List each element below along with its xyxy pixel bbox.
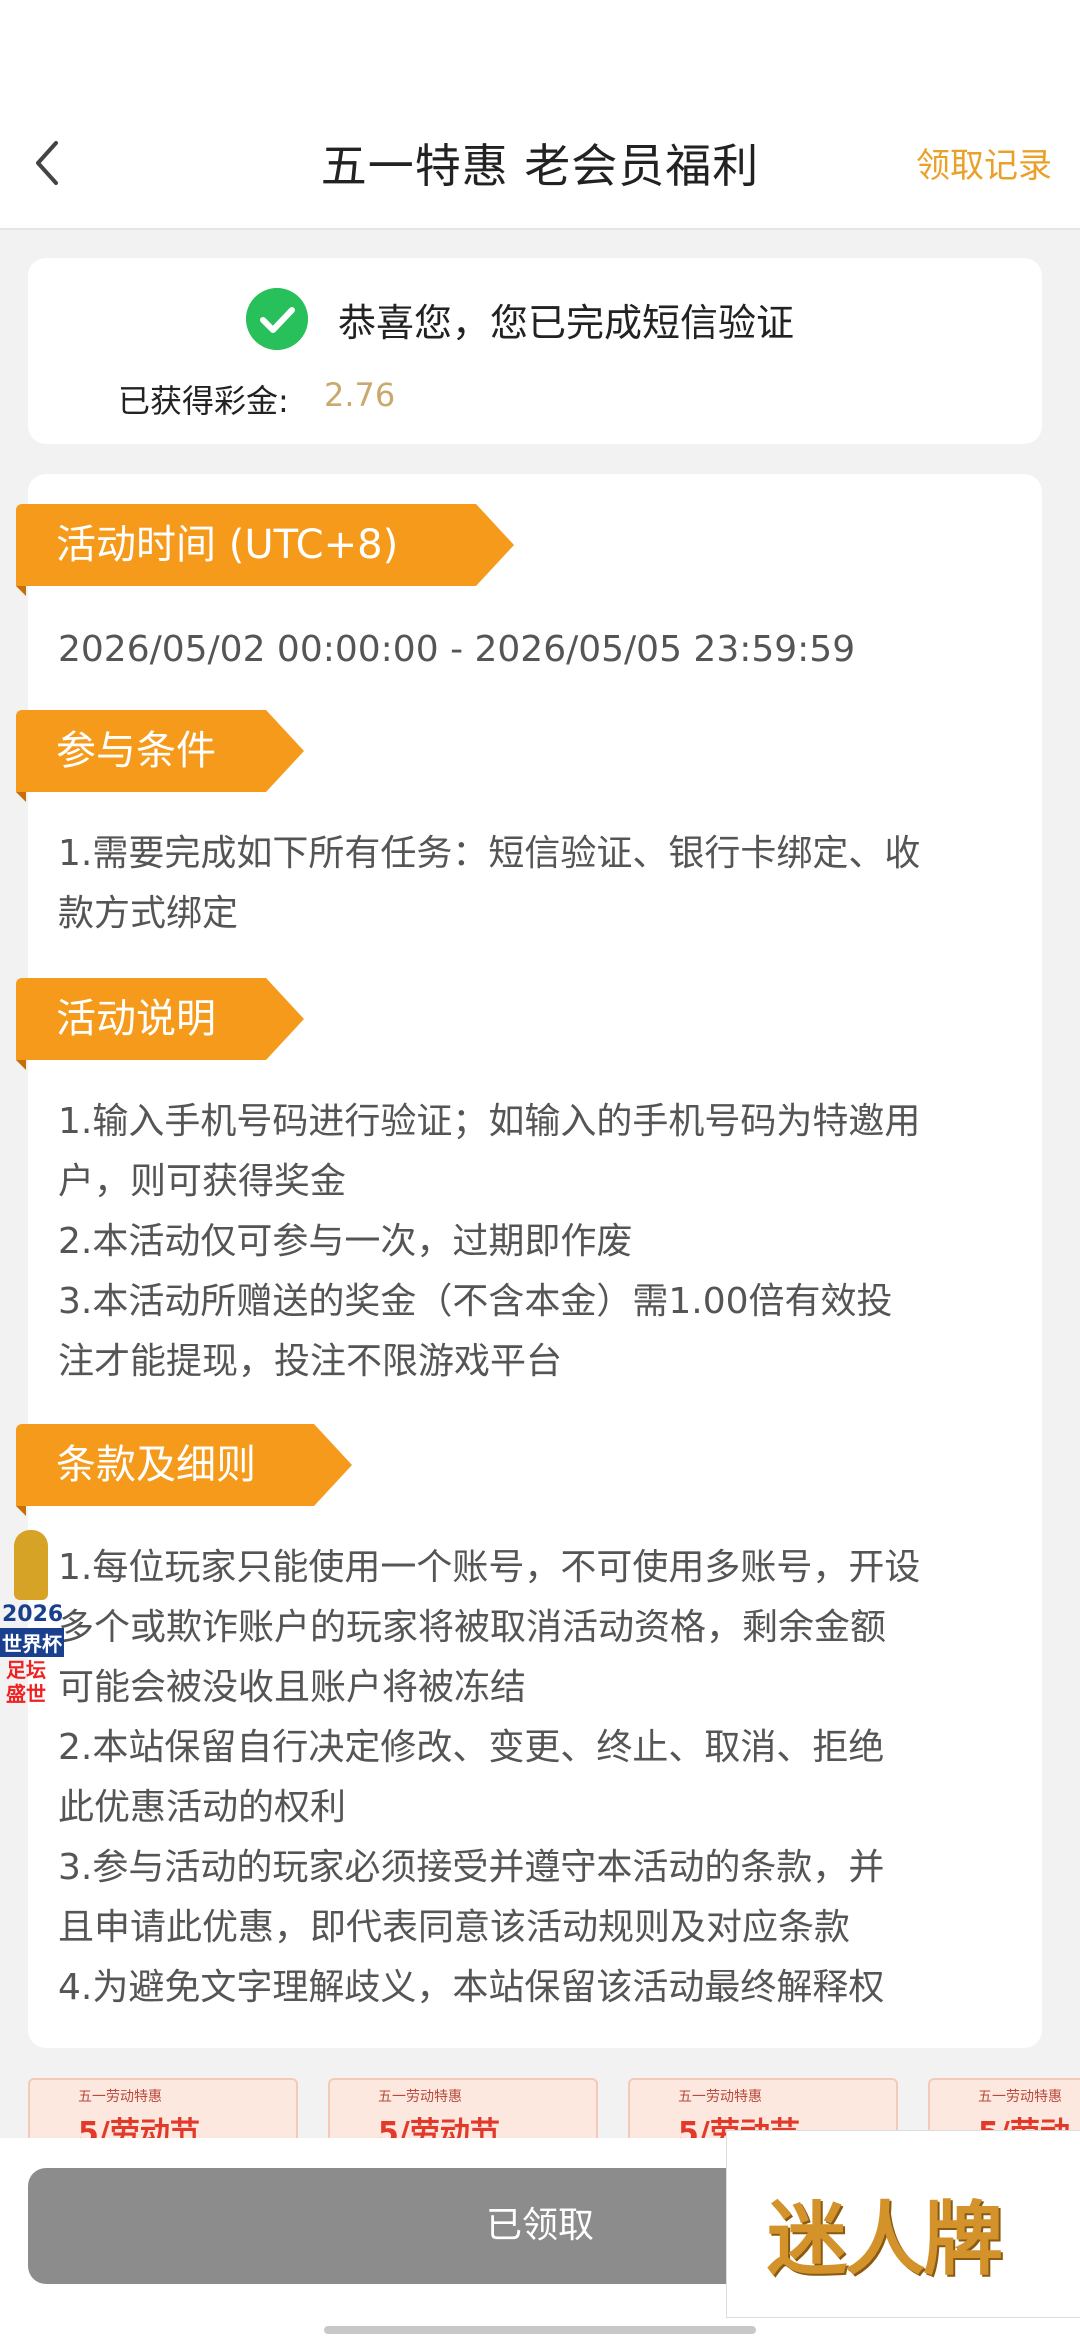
promo-thumbnail[interactable]: 五一劳动特惠 5/劳动节: [628, 2078, 898, 2138]
verification-card: 恭喜您，您已完成短信验证 已获得彩金: 2.76: [28, 258, 1042, 444]
watermark-logo: 迷人牌: [726, 2130, 1080, 2318]
badge-label: 世界杯: [0, 1628, 64, 1657]
check-circle-icon: [246, 288, 308, 350]
section-header-time: 活动时间 (UTC+8): [16, 504, 514, 596]
header-bar: 五一特惠 老会员福利 领取记录: [0, 0, 1080, 230]
section-header-conditions: 参与条件: [16, 710, 304, 802]
description-line: 2.本活动仅可参与一次，过期即作废: [58, 1221, 633, 1262]
terms-line: 1.每位玩家只能使用一个账号，不可使用多账号，开设: [58, 1547, 921, 1588]
description-line: 3.本活动所赠送的奖金（不含本金）需1.00倍有效投: [58, 1281, 893, 1322]
section-title-time: 活动时间 (UTC+8): [56, 522, 399, 568]
description-line: 注才能提现，投注不限游戏平台: [58, 1341, 563, 1382]
thumbnail-caption: 五一劳动特惠: [978, 2089, 1062, 2105]
claim-record-link[interactable]: 领取记录: [916, 138, 1052, 187]
terms-text: 1.每位玩家只能使用一个账号，不可使用多账号，开设 多个或欺诈账户的玩家将被取消…: [58, 1538, 1018, 2018]
terms-line: 多个或欺诈账户的玩家将被取消活动资格，剩余金额: [58, 1607, 887, 1648]
terms-line: 可能会被没收且账户将被冻结: [58, 1667, 527, 1708]
promo-thumbnail[interactable]: 五一劳动特惠 5/劳动: [928, 2078, 1080, 2138]
activity-details-card: 活动时间 (UTC+8) 2026/05/02 00:00:00 - 2026/…: [16, 474, 1042, 2048]
earned-label: 已获得彩金:: [118, 382, 289, 420]
terms-line: 此优惠活动的权利: [58, 1787, 347, 1828]
home-indicator[interactable]: [324, 2326, 756, 2334]
verification-message: 恭喜您，您已完成短信验证: [338, 301, 795, 345]
terms-line: 2.本站保留自行决定修改、变更、终止、取消、拒绝: [58, 1727, 885, 1768]
thumbnail-caption: 五一劳动特惠: [378, 2089, 462, 2105]
trophy-icon: [14, 1530, 48, 1600]
terms-line: 且申请此优惠，即代表同意该活动规则及对应条款: [58, 1907, 851, 1948]
terms-line: 3.参与活动的玩家必须接受并遵守本活动的条款，并: [58, 1847, 885, 1888]
section-title-description: 活动说明: [56, 996, 216, 1042]
description-line: 1.输入手机号码进行验证；如输入的手机号码为特邀用: [58, 1101, 921, 1142]
terms-line: 4.为避免文字理解歧义，本站保留该活动最终解释权: [58, 1967, 885, 2008]
badge-year: 2026: [2, 1602, 64, 1627]
conditions-text: 1.需要完成如下所有任务：短信验证、银行卡绑定、收 款方式绑定: [58, 824, 1018, 944]
thumbnail-title: 5/劳动节: [378, 2116, 500, 2138]
thumbnail-caption: 五一劳动特惠: [678, 2089, 762, 2105]
promo-thumbnail[interactable]: 五一劳动特惠 5/劳动节: [328, 2078, 598, 2138]
description-text: 1.输入手机号码进行验证；如输入的手机号码为特邀用 户，则可获得奖金 2.本活动…: [58, 1092, 1018, 1392]
section-header-description: 活动说明: [16, 978, 304, 1070]
time-range-text: 2026/05/02 00:00:00 - 2026/05/05 23:59:5…: [58, 629, 856, 670]
thumbnail-title: 5/劳动节: [78, 2116, 200, 2138]
section-title-conditions: 参与条件: [56, 728, 216, 774]
conditions-line: 1.需要完成如下所有任务：短信验证、银行卡绑定、收: [58, 833, 921, 874]
activity-time-range: 2026/05/02 00:00:00 - 2026/05/05 23:59:5…: [58, 620, 1018, 680]
promo-thumbnail-strip: 五一劳动特惠 5/劳动节 五一劳动特惠 5/劳动节 五一劳动特惠 5/劳动节 五…: [28, 2078, 1080, 2138]
description-line: 户，则可获得奖金: [58, 1161, 347, 1202]
thumbnail-caption: 五一劳动特惠: [78, 2089, 162, 2105]
watermark-text: 迷人牌: [767, 2193, 1003, 2286]
earned-value: 2.76: [324, 376, 396, 414]
world-cup-float-badge[interactable]: 2026 世界杯 足坛盛世: [0, 1530, 64, 1730]
section-title-terms: 条款及细则: [56, 1442, 256, 1488]
badge-tag: 足坛盛世: [6, 1658, 46, 1706]
section-header-terms: 条款及细则: [16, 1424, 352, 1516]
promo-thumbnail[interactable]: 五一劳动特惠 5/劳动节: [28, 2078, 298, 2138]
conditions-line: 款方式绑定: [58, 893, 239, 934]
